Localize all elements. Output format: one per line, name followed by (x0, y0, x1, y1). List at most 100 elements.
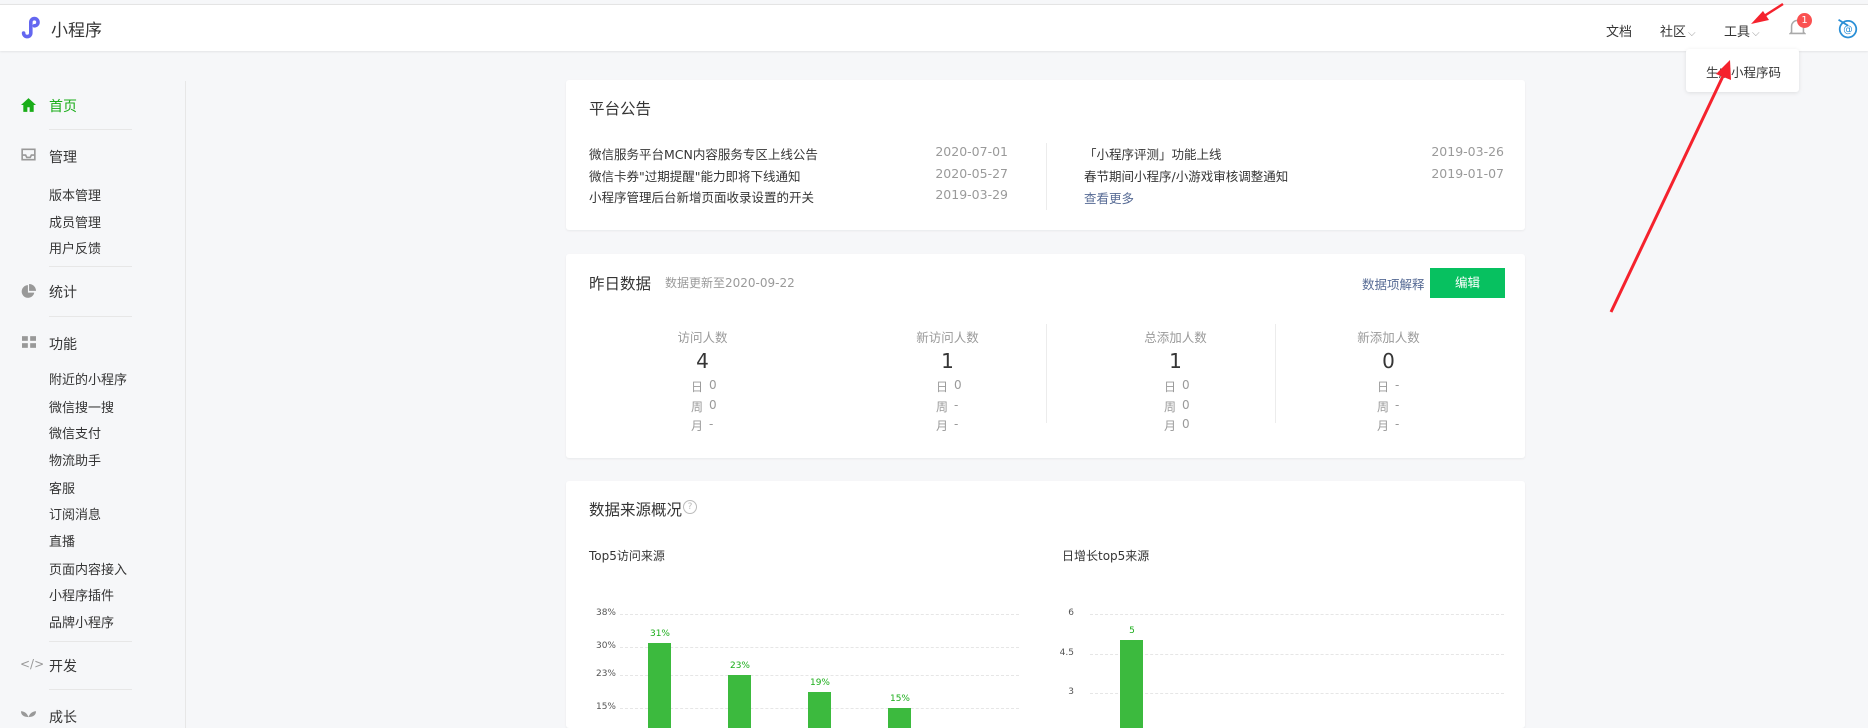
sidebar-subitem[interactable]: 附近的小程序 (49, 369, 127, 388)
update-time: 数据更新至2020-09-22 (665, 276, 795, 290)
notification-badge: 1 (1797, 13, 1812, 28)
sidebar-item-features[interactable]: 功能 (49, 334, 77, 354)
announcements-card: 平台公告 微信服务平台MCN内容服务专区上线公告 2020-07-01 微信卡券"过… (566, 80, 1525, 230)
stat-period-value: 0 (709, 398, 717, 412)
stat-value: 1 (1169, 349, 1182, 373)
stat-period-label: 月 (936, 419, 949, 433)
stat-period-value: - (1395, 378, 1400, 392)
gridline (620, 675, 1019, 677)
stat-label: 新访问人数 (916, 330, 979, 345)
stat-period-label: 日 (691, 380, 704, 394)
grid-icon (22, 336, 36, 348)
sidebar-item-stats[interactable]: 统计 (49, 282, 77, 302)
stat-period-label: 周 (691, 400, 704, 414)
announcement-item[interactable]: 「小程序评测」功能上线 (1084, 144, 1222, 163)
app-title: 小程序 (51, 21, 102, 41)
stat-period-value: 0 (1182, 417, 1190, 431)
gridline (620, 614, 1019, 615)
divider (49, 266, 132, 267)
announcement-item[interactable]: 微信卡券"过期提醒"能力即将下线通知 (589, 166, 801, 185)
tools-dropdown: 生成小程序码 (1686, 49, 1799, 92)
bar[interactable] (808, 691, 831, 728)
chart-title: Top5访问来源 (589, 549, 665, 563)
stat-label: 新添加人数 (1357, 330, 1420, 345)
stat-value: 1 (941, 349, 954, 373)
sidebar-item-growth[interactable]: 成长 (49, 707, 77, 727)
announcement-date: 2019-03-29 (935, 187, 1008, 202)
stat-period-label: 周 (936, 400, 949, 414)
divider (49, 129, 132, 130)
sidebar-subitem[interactable]: 页面内容接入 (49, 559, 127, 578)
stat-period-value: 0 (1182, 398, 1190, 412)
announcement-item[interactable]: 春节期间小程序/小游戏审核调整通知 (1084, 166, 1288, 185)
red-arrow-icon (1609, 60, 1731, 313)
see-more-link[interactable]: 查看更多 (1084, 188, 1134, 207)
sidebar-subitem[interactable]: 物流助手 (49, 450, 101, 469)
gridline (1090, 614, 1504, 615)
home-icon (21, 98, 36, 112)
sidebar-item-manage[interactable]: 管理 (49, 147, 77, 167)
pie-chart-icon (21, 284, 36, 298)
sidebar-subitem[interactable]: 微信支付 (49, 423, 101, 442)
y-tick-label: 38% (595, 608, 616, 618)
data-sources-card: 数据来源概况 ? Top5访问来源 38% 30% 23% 15% 31% 23% 19% 15… (566, 481, 1525, 728)
sidebar-subitem[interactable]: 版本管理 (49, 185, 101, 204)
chevron-down-icon: ⌵ (1752, 28, 1760, 39)
gridline (620, 646, 1019, 648)
stat-period-label: 月 (1164, 419, 1177, 433)
bar-value-label: 5 (1129, 626, 1135, 637)
sidebar-item-home[interactable]: 首页 (49, 96, 77, 116)
announcement-date: 2019-03-26 (1431, 144, 1504, 159)
sidebar-subitem[interactable]: 用户反馈 (49, 238, 101, 257)
stat-period-value: - (709, 417, 714, 431)
announcement-item[interactable]: 微信服务平台MCN内容服务专区上线公告 (589, 144, 818, 163)
divider (49, 689, 132, 690)
announcement-date: 2020-07-01 (935, 144, 1008, 159)
notification-button[interactable]: 1 (1788, 13, 1812, 41)
bar-value-label: 15% (889, 693, 910, 704)
nav-docs[interactable]: 文档 (1606, 21, 1632, 40)
divider (1046, 143, 1047, 210)
sidebar-subitem[interactable]: 成员管理 (49, 212, 101, 231)
sidebar-subitem[interactable]: 订阅消息 (49, 504, 101, 523)
stat-label: 总添加人数 (1144, 330, 1207, 345)
y-tick-label: 23% (595, 669, 616, 680)
stat-period-value: 0 (954, 378, 962, 392)
bar[interactable] (888, 707, 911, 728)
bar[interactable] (648, 642, 671, 728)
stat-period-label: 日 (936, 380, 949, 394)
bar[interactable] (728, 675, 751, 728)
sidebar-subitem[interactable]: 小程序插件 (49, 585, 114, 604)
chart-title: 日增长top5来源 (1062, 549, 1150, 563)
dropdown-item-generate-qrcode[interactable]: 生成小程序码 (1706, 62, 1781, 81)
sidebar-item-develop[interactable]: 开发 (49, 656, 77, 676)
sidebar-divider (185, 81, 186, 728)
stat-period-label: 周 (1377, 400, 1390, 414)
nav-community[interactable]: 社区 ⌵ (1660, 21, 1696, 40)
edit-button[interactable]: 编辑 (1430, 268, 1505, 298)
nav-community-label: 社区 (1660, 25, 1687, 40)
data-explain-link[interactable]: 数据项解释 (1362, 274, 1425, 293)
avatar[interactable]: @ (1835, 15, 1861, 41)
help-icon[interactable]: ? (683, 500, 697, 514)
code-icon: </> (20, 657, 45, 671)
sprout-icon (21, 711, 36, 723)
sidebar-subitem[interactable]: 客服 (49, 478, 75, 497)
stat-period-label: 日 (1164, 380, 1177, 394)
stat-period-value: - (954, 398, 959, 412)
stat-label: 访问人数 (677, 330, 728, 345)
inbox-icon (21, 148, 36, 161)
card-title: 昨日数据 (589, 275, 652, 293)
divider (1275, 324, 1276, 423)
top-header: 小程序 文档 社区 ⌵ 工具 ⌵ 1 @ (0, 4, 1868, 51)
sidebar-subitem[interactable]: 微信搜一搜 (49, 397, 114, 416)
yesterday-data-card: 昨日数据 数据更新至2020-09-22 数据项解释 编辑 访问人数 4 日 0 周 0 月… (566, 254, 1525, 458)
stat-period-value: 0 (1182, 378, 1190, 392)
announcement-item[interactable]: 小程序管理后台新增页面收录设置的开关 (589, 187, 814, 206)
stat-period-value: - (1395, 417, 1400, 431)
nav-tools[interactable]: 工具 ⌵ (1724, 21, 1760, 40)
sidebar-subitem[interactable]: 直播 (49, 531, 75, 550)
bar[interactable] (1120, 640, 1143, 728)
sidebar-subitem[interactable]: 品牌小程序 (49, 612, 114, 631)
y-tick-label: 30% (595, 640, 616, 651)
